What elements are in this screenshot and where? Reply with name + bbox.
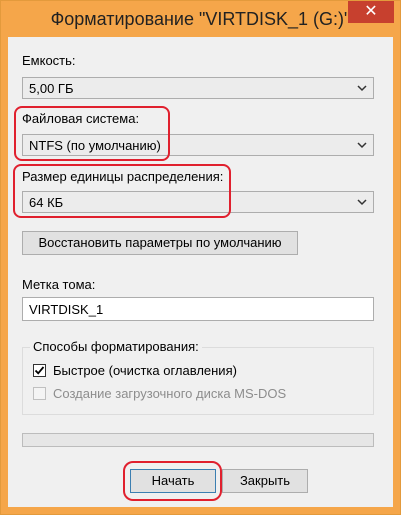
checkmark-icon	[34, 366, 45, 375]
format-dialog: Форматирование "VIRTDISK_1 (G:)" ✕ Емкос…	[0, 0, 401, 515]
format-options-group: Быстрое (очистка оглавления) Создание за…	[22, 347, 374, 415]
chevron-down-icon	[357, 85, 367, 92]
chevron-down-icon	[357, 199, 367, 206]
chevron-down-icon	[357, 142, 367, 149]
window-title: Форматирование "VIRTDISK_1 (G:)"	[50, 9, 351, 29]
allocation-highlight	[13, 164, 231, 218]
close-window-button[interactable]: ✕	[348, 1, 394, 23]
msdos-label: Создание загрузочного диска MS-DOS	[53, 386, 287, 401]
capacity-label: Емкость:	[22, 53, 76, 68]
format-options-title: Способы форматирования:	[30, 339, 202, 354]
capacity-select[interactable]: 5,00 ГБ	[22, 77, 374, 99]
capacity-value: 5,00 ГБ	[29, 81, 74, 96]
title-bar: Форматирование "VIRTDISK_1 (G:)" ✕	[1, 1, 400, 37]
volume-label-field[interactable]	[22, 297, 374, 321]
close-button[interactable]: Закрыть	[222, 469, 308, 493]
progress-bar	[22, 433, 374, 447]
filesystem-highlight	[14, 106, 170, 161]
dialog-body: Емкость: 5,00 ГБ Файловая система: NTFS …	[8, 37, 393, 507]
restore-defaults-button[interactable]: Восстановить параметры по умолчанию	[22, 231, 298, 255]
volume-label: Метка тома:	[22, 277, 96, 292]
volume-label-input[interactable]	[23, 298, 359, 320]
start-button-highlight	[123, 461, 222, 501]
quick-format-label[interactable]: Быстрое (очистка оглавления)	[53, 363, 237, 378]
msdos-checkbox[interactable]	[33, 387, 46, 400]
quick-format-checkbox[interactable]	[33, 364, 46, 377]
